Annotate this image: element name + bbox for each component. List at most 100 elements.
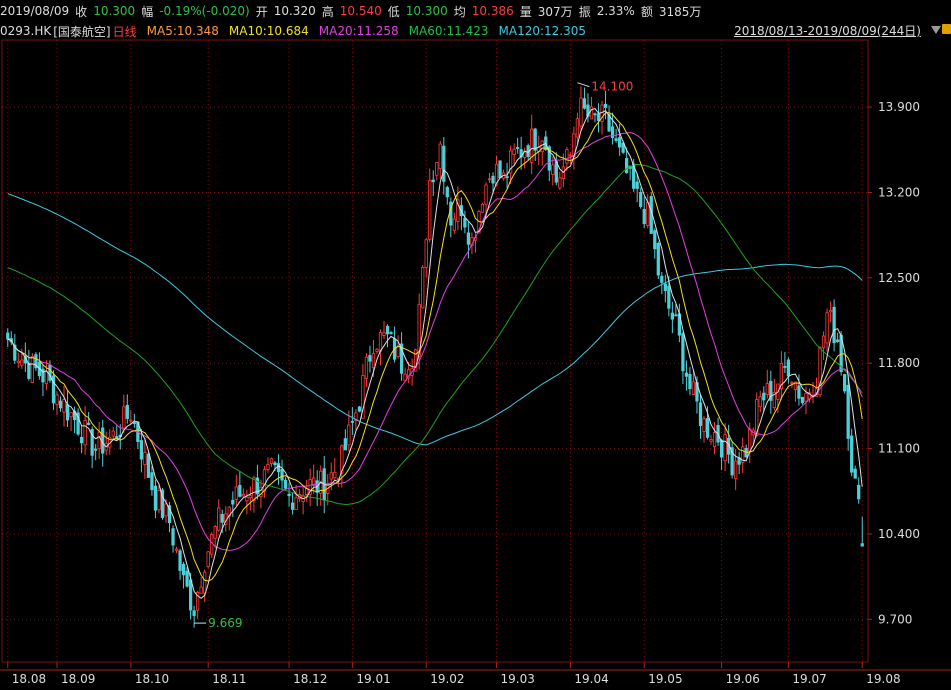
candle[interactable] — [283, 477, 288, 491]
candle[interactable] — [340, 444, 344, 488]
candle[interactable] — [252, 475, 256, 513]
candle[interactable] — [853, 465, 857, 479]
candle[interactable] — [480, 202, 485, 213]
candle[interactable] — [312, 464, 316, 494]
candle[interactable] — [192, 605, 196, 628]
candle[interactable] — [343, 429, 347, 451]
candle[interactable] — [146, 452, 151, 478]
candle[interactable] — [385, 324, 390, 348]
candle[interactable] — [333, 457, 337, 482]
candle[interactable] — [203, 569, 207, 603]
candle[interactable] — [13, 333, 17, 364]
candle[interactable] — [178, 548, 182, 580]
candle[interactable] — [139, 429, 144, 473]
candle[interactable] — [301, 486, 305, 515]
candle[interactable] — [181, 561, 186, 589]
candle[interactable] — [449, 197, 453, 238]
candle[interactable] — [153, 479, 158, 519]
candle[interactable] — [16, 352, 20, 368]
candle[interactable] — [399, 332, 404, 381]
candle[interactable] — [663, 274, 667, 303]
candle[interactable] — [266, 457, 270, 473]
candle[interactable] — [44, 360, 49, 391]
candle[interactable] — [688, 367, 692, 396]
candle[interactable] — [843, 373, 847, 394]
candle[interactable] — [656, 241, 660, 280]
candle[interactable] — [463, 210, 467, 234]
candle[interactable] — [593, 112, 597, 123]
candle[interactable] — [392, 326, 397, 363]
candle[interactable] — [238, 471, 242, 498]
candle[interactable] — [832, 299, 836, 352]
kline-chart[interactable]: 13.900 13.200 12.500 11.800 11.100 10.400 9.70… — [0, 0, 951, 690]
candle[interactable] — [589, 96, 594, 120]
candle[interactable] — [364, 353, 369, 387]
candle[interactable] — [428, 168, 432, 243]
candle[interactable] — [438, 141, 442, 180]
candle[interactable] — [572, 126, 576, 170]
candle[interactable] — [610, 112, 615, 145]
candle[interactable] — [347, 410, 351, 452]
candle[interactable] — [231, 491, 235, 517]
candle[interactable] — [97, 421, 101, 460]
candle[interactable] — [129, 410, 133, 424]
candle[interactable] — [786, 357, 791, 384]
candle[interactable] — [143, 437, 147, 479]
candle[interactable] — [210, 532, 214, 558]
candle[interactable] — [487, 172, 492, 183]
candle[interactable] — [445, 185, 449, 205]
candle[interactable] — [234, 474, 238, 506]
candle[interactable] — [639, 187, 643, 209]
candle[interactable] — [712, 422, 717, 455]
candle[interactable] — [435, 162, 439, 181]
candle[interactable] — [104, 431, 108, 456]
candle[interactable] — [857, 477, 861, 504]
candle[interactable] — [122, 394, 126, 434]
candle[interactable] — [375, 347, 379, 355]
candle[interactable] — [41, 364, 45, 397]
candle[interactable] — [758, 390, 762, 413]
candle[interactable] — [248, 486, 253, 511]
candle[interactable] — [642, 196, 646, 229]
candle[interactable] — [540, 140, 544, 166]
candle[interactable] — [305, 479, 309, 502]
candle[interactable] — [719, 438, 724, 470]
candle[interactable] — [421, 265, 425, 309]
candle[interactable] — [315, 470, 319, 506]
candle[interactable] — [684, 360, 689, 391]
candle[interactable] — [793, 381, 798, 402]
candle[interactable] — [821, 331, 826, 360]
candle[interactable] — [27, 350, 31, 381]
candle[interactable] — [111, 426, 115, 440]
candle[interactable] — [174, 546, 179, 554]
candle[interactable] — [378, 329, 383, 366]
candle[interactable] — [308, 468, 312, 507]
candle[interactable] — [670, 301, 674, 334]
candle[interactable] — [737, 451, 741, 474]
candle[interactable] — [554, 152, 558, 186]
candle[interactable] — [709, 435, 713, 445]
candle[interactable] — [800, 396, 805, 405]
candle[interactable] — [94, 444, 98, 461]
candle[interactable] — [83, 406, 87, 455]
candle[interactable] — [783, 352, 787, 374]
candle[interactable] — [575, 112, 580, 144]
candle[interactable] — [294, 485, 298, 511]
candle[interactable] — [702, 416, 706, 443]
candle[interactable] — [69, 412, 73, 432]
candle[interactable] — [403, 367, 407, 381]
candle[interactable] — [607, 105, 611, 132]
candle[interactable] — [512, 143, 516, 165]
candle[interactable] — [55, 391, 59, 415]
candle[interactable] — [452, 212, 456, 234]
candle[interactable] — [533, 127, 537, 162]
candle[interactable] — [227, 506, 231, 531]
candle[interactable] — [860, 516, 864, 547]
candle[interactable] — [157, 484, 161, 514]
candle[interactable] — [653, 228, 657, 259]
candle[interactable] — [37, 352, 42, 380]
candle[interactable] — [125, 394, 129, 424]
candle[interactable] — [617, 123, 622, 156]
candle[interactable] — [6, 328, 10, 348]
candle[interactable] — [58, 396, 63, 412]
